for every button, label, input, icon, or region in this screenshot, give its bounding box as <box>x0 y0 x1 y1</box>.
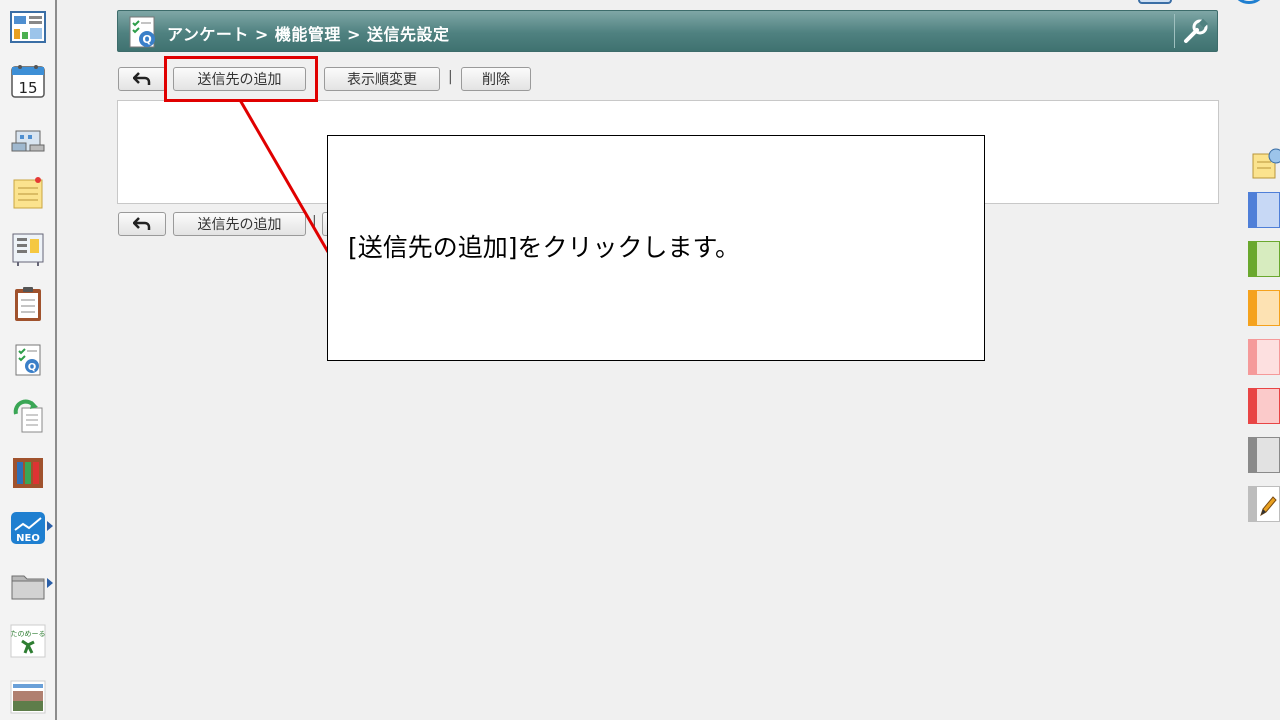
right-tab-red[interactable] <box>1248 388 1280 424</box>
instruction-text: [送信先の追加]をクリックします。 <box>348 233 741 262</box>
notes-icon[interactable] <box>1252 146 1280 180</box>
right-tab-pink[interactable] <box>1248 339 1280 375</box>
right-tab-green[interactable] <box>1248 241 1280 277</box>
instruction-callout: [送信先の追加]をクリックします。 <box>327 135 985 361</box>
right-tab-gray[interactable] <box>1248 437 1280 473</box>
right-tab-orange[interactable] <box>1248 290 1280 326</box>
right-tab-blue[interactable] <box>1248 192 1280 228</box>
pencil-icon[interactable] <box>1248 486 1280 522</box>
